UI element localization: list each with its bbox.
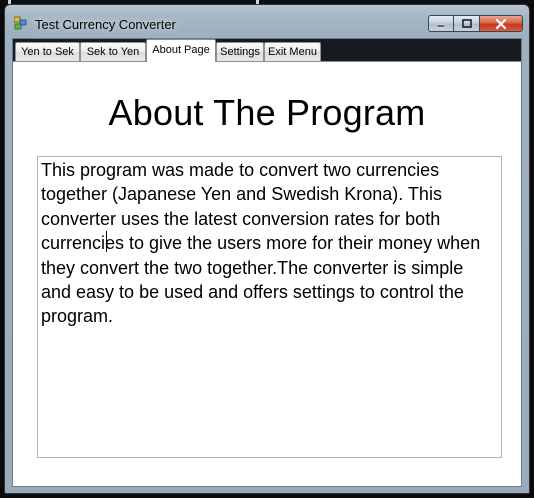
about-tab-page: About The Program This program was made … xyxy=(13,61,521,486)
app-window: Test Currency Converter Yen to Sek Sek t… xyxy=(4,4,530,494)
app-form-icon xyxy=(14,16,27,30)
about-text: This program was made to convert two cur… xyxy=(41,160,481,327)
tab-exit-menu[interactable]: Exit Menu xyxy=(264,42,321,61)
tab-strip: Yen to Sek Sek to Yen About Page Setting… xyxy=(13,39,521,62)
maximize-button[interactable] xyxy=(454,15,480,32)
caption-buttons xyxy=(428,15,523,33)
minimize-icon xyxy=(436,24,446,27)
close-button[interactable] xyxy=(480,15,523,32)
window-title: Test Currency Converter xyxy=(35,17,176,32)
title-bar[interactable]: Test Currency Converter xyxy=(5,5,529,37)
close-icon xyxy=(495,18,507,29)
client-area: Yen to Sek Sek to Yen About Page Setting… xyxy=(12,38,522,487)
text-caret xyxy=(106,231,107,252)
about-heading: About The Program xyxy=(108,92,426,133)
tab-yen-to-sek[interactable]: Yen to Sek xyxy=(15,42,80,61)
maximize-icon xyxy=(461,19,472,28)
minimize-button[interactable] xyxy=(428,15,454,32)
tab-sek-to-yen[interactable]: Sek to Yen xyxy=(80,42,146,61)
about-textbox[interactable]: This program was made to convert two cur… xyxy=(37,156,502,458)
tab-settings[interactable]: Settings xyxy=(216,42,264,61)
tab-about-page[interactable]: About Page xyxy=(146,39,216,62)
